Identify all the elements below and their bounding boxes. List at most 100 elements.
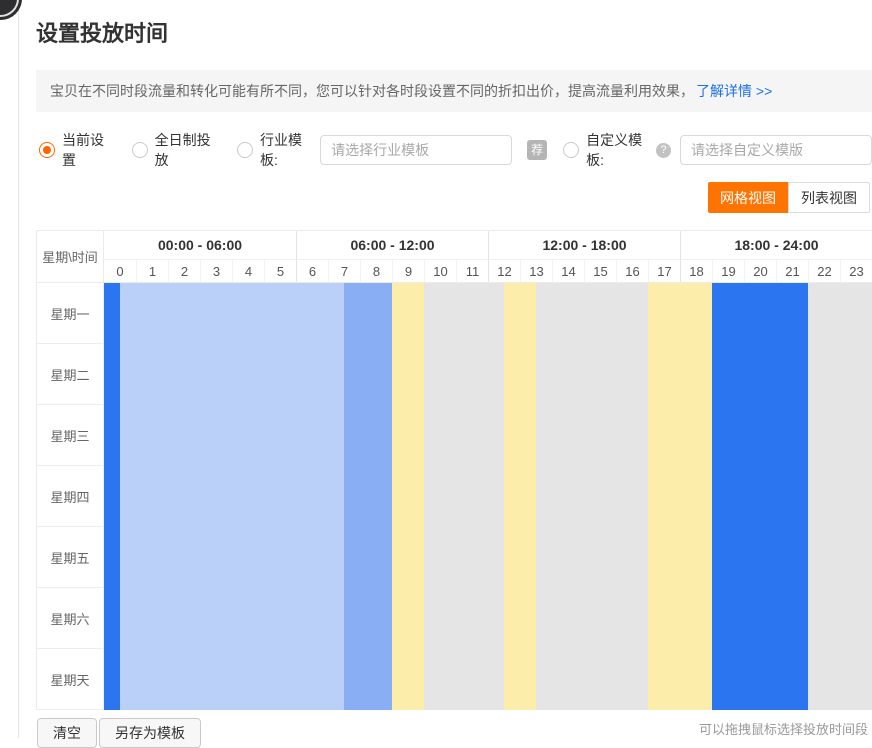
time-cell[interactable] bbox=[504, 283, 520, 344]
time-cell[interactable] bbox=[344, 588, 360, 649]
time-cell[interactable] bbox=[856, 405, 872, 466]
time-cell[interactable] bbox=[664, 649, 680, 710]
time-cell[interactable] bbox=[616, 588, 632, 649]
time-cell[interactable] bbox=[440, 405, 456, 466]
time-cell[interactable] bbox=[616, 466, 632, 527]
time-cell[interactable] bbox=[392, 405, 408, 466]
time-cell[interactable] bbox=[248, 344, 264, 405]
time-cell[interactable] bbox=[296, 527, 312, 588]
time-cell[interactable] bbox=[248, 527, 264, 588]
time-cell[interactable] bbox=[280, 283, 296, 344]
time-cell[interactable] bbox=[344, 344, 360, 405]
time-cell[interactable] bbox=[104, 466, 120, 527]
time-cell[interactable] bbox=[760, 283, 776, 344]
time-cell[interactable] bbox=[552, 466, 568, 527]
time-cell[interactable] bbox=[648, 344, 664, 405]
time-cell[interactable] bbox=[392, 649, 408, 710]
time-cell[interactable] bbox=[584, 466, 600, 527]
time-cell[interactable] bbox=[232, 405, 248, 466]
time-cell[interactable] bbox=[808, 588, 824, 649]
time-cell[interactable] bbox=[296, 283, 312, 344]
time-cell[interactable] bbox=[632, 588, 648, 649]
time-cell[interactable] bbox=[840, 527, 856, 588]
time-cell[interactable] bbox=[232, 344, 248, 405]
time-cell[interactable] bbox=[264, 405, 280, 466]
time-cell[interactable] bbox=[552, 588, 568, 649]
time-cell[interactable] bbox=[360, 649, 376, 710]
time-cell[interactable] bbox=[344, 649, 360, 710]
time-cell[interactable] bbox=[744, 466, 760, 527]
mode-current[interactable]: 当前设置 bbox=[39, 130, 111, 170]
time-cell[interactable] bbox=[184, 588, 200, 649]
time-cell[interactable] bbox=[600, 405, 616, 466]
time-cell[interactable] bbox=[136, 466, 152, 527]
time-cell[interactable] bbox=[328, 588, 344, 649]
time-cell[interactable] bbox=[648, 283, 664, 344]
time-cell[interactable] bbox=[680, 283, 696, 344]
time-cell[interactable] bbox=[584, 649, 600, 710]
time-cell[interactable] bbox=[360, 344, 376, 405]
time-cell[interactable] bbox=[312, 588, 328, 649]
time-cell[interactable] bbox=[200, 405, 216, 466]
time-cell[interactable] bbox=[792, 527, 808, 588]
time-cell[interactable] bbox=[696, 344, 712, 405]
time-cell[interactable] bbox=[200, 466, 216, 527]
time-cell[interactable] bbox=[712, 466, 728, 527]
time-cell[interactable] bbox=[168, 344, 184, 405]
time-cell[interactable] bbox=[168, 466, 184, 527]
time-cell[interactable] bbox=[488, 588, 504, 649]
time-cell[interactable] bbox=[856, 649, 872, 710]
time-cell[interactable] bbox=[264, 588, 280, 649]
time-cell[interactable] bbox=[424, 588, 440, 649]
time-cell[interactable] bbox=[120, 283, 136, 344]
time-cell[interactable] bbox=[728, 649, 744, 710]
time-cell[interactable] bbox=[184, 344, 200, 405]
time-cell[interactable] bbox=[776, 283, 792, 344]
time-cell[interactable] bbox=[344, 405, 360, 466]
time-cell[interactable] bbox=[536, 588, 552, 649]
time-cell[interactable] bbox=[648, 405, 664, 466]
time-cell[interactable] bbox=[744, 527, 760, 588]
time-cell[interactable] bbox=[408, 405, 424, 466]
time-cell[interactable] bbox=[504, 344, 520, 405]
time-cell[interactable] bbox=[168, 405, 184, 466]
time-cell[interactable] bbox=[840, 466, 856, 527]
time-cell[interactable] bbox=[680, 588, 696, 649]
time-cell[interactable] bbox=[168, 649, 184, 710]
time-cell[interactable] bbox=[856, 527, 872, 588]
time-cell[interactable] bbox=[728, 344, 744, 405]
time-cell[interactable] bbox=[248, 649, 264, 710]
time-cell[interactable] bbox=[440, 466, 456, 527]
time-cell[interactable] bbox=[472, 344, 488, 405]
time-cell[interactable] bbox=[488, 344, 504, 405]
help-icon[interactable]: ? bbox=[656, 143, 671, 158]
time-cell[interactable] bbox=[568, 649, 584, 710]
time-cell[interactable] bbox=[760, 649, 776, 710]
time-cell[interactable] bbox=[584, 527, 600, 588]
time-cell[interactable] bbox=[168, 588, 184, 649]
time-cell[interactable] bbox=[536, 283, 552, 344]
time-cell[interactable] bbox=[760, 405, 776, 466]
time-cell[interactable] bbox=[584, 405, 600, 466]
time-cell[interactable] bbox=[552, 344, 568, 405]
time-cell[interactable] bbox=[216, 588, 232, 649]
time-cell[interactable] bbox=[312, 466, 328, 527]
time-cell[interactable] bbox=[808, 344, 824, 405]
time-cell[interactable] bbox=[744, 405, 760, 466]
time-cell[interactable] bbox=[504, 588, 520, 649]
time-cell[interactable] bbox=[408, 283, 424, 344]
time-cell[interactable] bbox=[680, 466, 696, 527]
time-cell[interactable] bbox=[840, 283, 856, 344]
time-cell[interactable] bbox=[360, 527, 376, 588]
time-cell[interactable] bbox=[536, 466, 552, 527]
time-cell[interactable] bbox=[392, 588, 408, 649]
time-cell[interactable] bbox=[312, 405, 328, 466]
time-cell[interactable] bbox=[824, 466, 840, 527]
time-cell[interactable] bbox=[216, 527, 232, 588]
time-cell[interactable] bbox=[776, 527, 792, 588]
time-cell[interactable] bbox=[536, 344, 552, 405]
clear-button[interactable]: 清空 bbox=[37, 718, 97, 748]
time-cell[interactable] bbox=[600, 466, 616, 527]
time-cell[interactable] bbox=[440, 527, 456, 588]
time-cell[interactable] bbox=[552, 527, 568, 588]
